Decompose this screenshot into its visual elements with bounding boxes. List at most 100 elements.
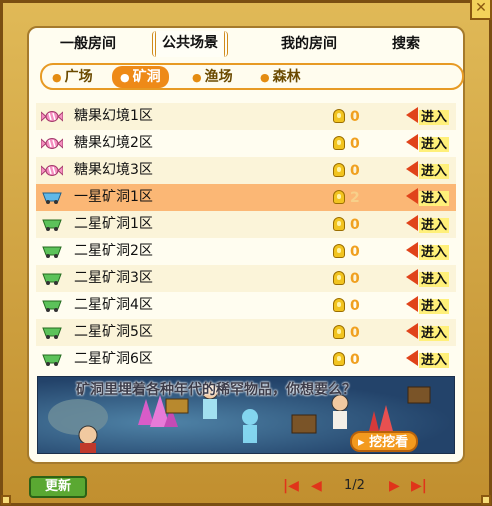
room-row[interactable]: 二星矿洞4区 0 进入 — [36, 292, 456, 319]
dot-icon: ● — [52, 71, 62, 84]
room-name: 二星矿洞3区 — [74, 270, 153, 286]
subtab-label: 矿洞 — [132, 69, 161, 85]
player-count-icon — [333, 244, 345, 258]
room-row[interactable]: 糖果幻境1区 0 进入 — [36, 103, 456, 130]
player-count: 0 — [350, 217, 360, 233]
room-row[interactable]: 二星矿洞3区 0 进入 — [36, 265, 456, 292]
enter-button[interactable]: 进入 — [406, 269, 450, 288]
mine-cart-green-icon — [42, 273, 62, 285]
tab-search[interactable]: 搜索 — [386, 34, 426, 56]
banner-caption: 矿洞里埋着各种年代的稀罕物品，你想要么？ — [76, 382, 356, 398]
tab-public-scenes[interactable]: 公共场景 — [152, 31, 228, 57]
subtab-label: 渔场 — [204, 69, 233, 85]
room-name: 糖果幻境3区 — [74, 162, 153, 178]
next-page-icon[interactable]: ▶ — [389, 478, 400, 494]
scene-category-bar: ● 广场 ● 矿洞 ● 渔场 ● 森林 — [40, 63, 464, 90]
enter-button[interactable]: 进入 — [406, 134, 450, 153]
room-row[interactable]: 二星矿洞6区 0 进入 — [36, 346, 456, 373]
enter-button[interactable]: 进入 — [406, 296, 450, 315]
player-count-icon — [333, 298, 345, 312]
enter-button[interactable]: 进入 — [406, 107, 450, 126]
arrow-left-icon — [406, 134, 418, 150]
candy-icon — [41, 111, 63, 122]
subtab-fishing[interactable]: ● 渔场 — [192, 68, 233, 87]
dot-icon: ● — [192, 71, 202, 84]
enter-button[interactable]: 进入 — [406, 242, 450, 261]
mine-cart-green-icon — [42, 327, 62, 339]
player-count-icon — [333, 136, 345, 150]
dot-icon: ● — [260, 71, 270, 84]
player-count-icon — [333, 271, 345, 285]
first-page-icon[interactable]: |◀ — [283, 478, 299, 494]
player-count: 0 — [350, 244, 360, 260]
player-count-icon — [333, 190, 345, 204]
mine-cart-green-icon — [42, 300, 62, 312]
mine-cart-blue-icon — [42, 192, 62, 204]
player-count-icon — [333, 217, 345, 231]
candy-icon — [41, 165, 63, 176]
arrow-left-icon — [406, 242, 418, 258]
room-row[interactable]: 糖果幻境3区 0 进入 — [36, 157, 456, 184]
room-name: 糖果幻境1区 — [74, 108, 153, 124]
close-icon: ✕ — [475, 0, 487, 16]
arrow-left-icon — [406, 107, 418, 123]
player-count: 0 — [350, 163, 360, 179]
room-name: 一星矿洞1区 — [74, 189, 153, 205]
subtab-forest[interactable]: ● 森林 — [260, 68, 301, 87]
refresh-button[interactable]: 更新 — [29, 476, 87, 498]
room-name: 二星矿洞1区 — [74, 216, 153, 232]
player-count-icon — [333, 352, 345, 366]
main-tab-bar: 一般房间 公共场景 我的房间 搜索 — [28, 30, 464, 57]
subtab-mine[interactable]: ● 矿洞 — [112, 66, 169, 88]
room-row[interactable]: 二星矿洞1区 0 进入 — [36, 211, 456, 238]
room-name: 糖果幻境2区 — [74, 135, 153, 151]
mine-promo-banner[interactable]: 矿洞里埋着各种年代的稀罕物品，你想要么？ ▸ 挖挖看 — [37, 376, 455, 454]
enter-button[interactable]: 进入 — [406, 188, 450, 207]
room-row[interactable]: 糖果幻境2区 0 进入 — [36, 130, 456, 157]
room-row[interactable]: 二星矿洞2区 0 进入 — [36, 238, 456, 265]
player-count: 0 — [350, 136, 360, 152]
room-list: 糖果幻境1区 0 进入 糖果幻境2区 0 进入 糖果幻境3区 0 进入 一星矿洞… — [36, 103, 456, 373]
corner-ornament — [481, 495, 491, 505]
arrow-left-icon — [406, 350, 418, 366]
dig-button[interactable]: ▸ 挖挖看 — [350, 431, 419, 452]
room-name: 二星矿洞6区 — [74, 351, 153, 367]
page-indicator: 1/2 — [344, 478, 365, 493]
player-count-icon — [333, 163, 345, 177]
room-row[interactable]: 二星矿洞5区 0 进入 — [36, 319, 456, 346]
prev-page-icon[interactable]: ◀ — [311, 478, 322, 494]
player-count-icon — [333, 109, 345, 123]
corner-ornament — [1, 495, 11, 505]
player-count: 0 — [350, 109, 360, 125]
player-count: 0 — [350, 271, 360, 287]
arrow-left-icon — [406, 323, 418, 339]
enter-button[interactable]: 进入 — [406, 161, 450, 180]
subtab-label: 广场 — [64, 69, 93, 85]
last-page-icon[interactable]: ▶| — [411, 478, 427, 494]
mine-cart-green-icon — [42, 354, 62, 366]
enter-button[interactable]: 进入 — [406, 323, 450, 342]
arrow-left-icon — [406, 296, 418, 312]
arrow-left-icon — [406, 269, 418, 285]
dot-icon: ● — [120, 71, 130, 84]
tab-general-rooms[interactable]: 一般房间 — [54, 34, 122, 56]
room-row-selected[interactable]: 一星矿洞1区 2 进入 — [36, 184, 456, 211]
subtab-label: 森林 — [272, 69, 301, 85]
player-count: 2 — [350, 190, 360, 206]
enter-button[interactable]: 进入 — [406, 350, 450, 369]
mine-cart-green-icon — [42, 246, 62, 258]
subtab-plaza[interactable]: ● 广场 — [52, 68, 93, 87]
player-count: 0 — [350, 298, 360, 314]
arrow-left-icon — [406, 215, 418, 231]
arrow-left-icon — [406, 161, 418, 177]
pagination: |◀ ◀ 1/2 ▶ ▶| — [283, 476, 443, 496]
close-button[interactable]: ✕ — [470, 0, 492, 20]
player-count: 0 — [350, 352, 360, 368]
tab-my-rooms[interactable]: 我的房间 — [275, 34, 343, 56]
play-arrow-icon: ▸ — [358, 435, 370, 450]
mine-cart-green-icon — [42, 219, 62, 231]
room-name: 二星矿洞2区 — [74, 243, 153, 259]
player-count: 0 — [350, 325, 360, 341]
arrow-left-icon — [406, 188, 418, 204]
enter-button[interactable]: 进入 — [406, 215, 450, 234]
